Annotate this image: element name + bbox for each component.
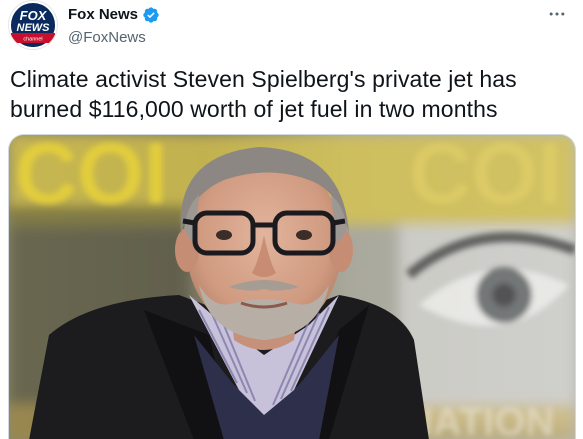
author-display-name[interactable]: Fox News	[68, 5, 138, 25]
tweet-text: Climate activist Steven Spielberg's priv…	[10, 64, 570, 124]
svg-text:COI: COI	[15, 135, 168, 222]
author-handle[interactable]: @FoxNews	[68, 28, 543, 48]
fox-news-avatar[interactable]: FOX NEWS channel	[8, 0, 58, 50]
svg-text:channel: channel	[23, 37, 42, 43]
author-name-row: Fox News	[68, 5, 543, 25]
more-options-icon[interactable]	[547, 4, 567, 24]
svg-text:FOX: FOX	[20, 8, 48, 23]
verified-badge-icon	[143, 7, 159, 23]
tweet-photo[interactable]: COI COI NATION	[8, 134, 576, 439]
svg-text:COI: COI	[409, 135, 562, 222]
tweet-text-line-1: Climate activist Steven Spielberg's priv…	[10, 66, 517, 92]
tweet-card[interactable]: FOX NEWS channel Fox News @FoxNews Clima…	[0, 0, 583, 439]
svg-text:NEWS: NEWS	[17, 22, 51, 34]
tweet-text-line-2: burned $116,000 worth of jet fuel in two…	[10, 96, 498, 122]
tweet-header: Fox News @FoxNews	[68, 5, 543, 48]
photo-icon: COI COI NATION	[9, 135, 575, 439]
fox-news-logo-icon: FOX NEWS channel	[9, 1, 57, 49]
